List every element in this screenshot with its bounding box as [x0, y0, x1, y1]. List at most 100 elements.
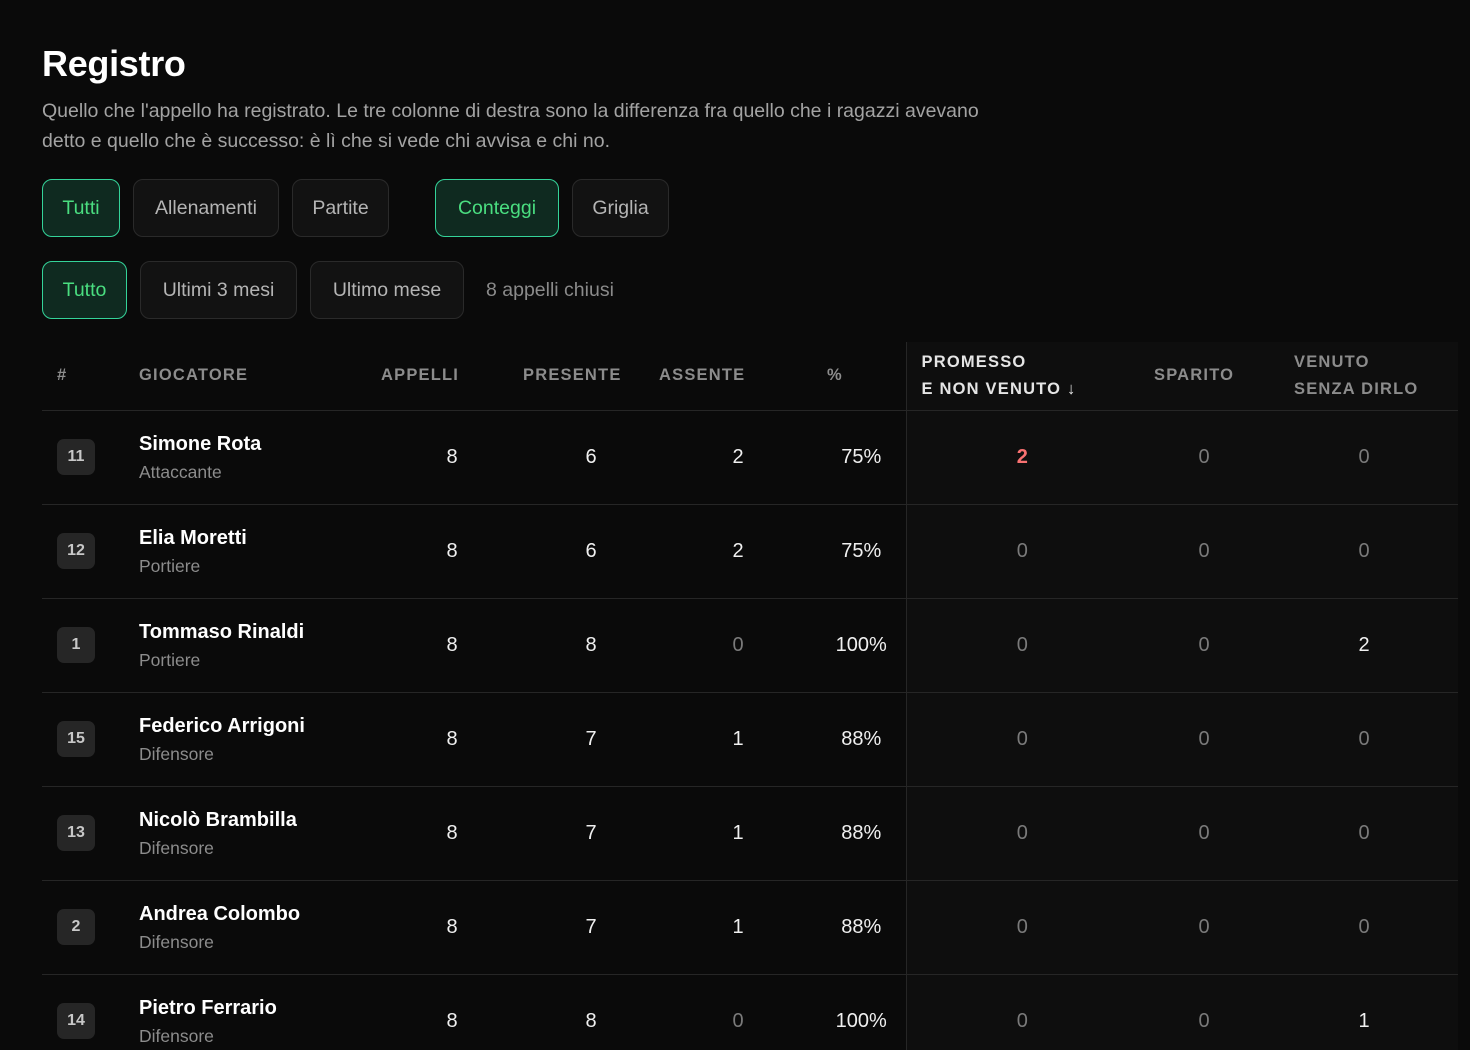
vanished-cell: 0 [1138, 410, 1270, 505]
register-table: # GIOCATORE APPELLI PRESENTE ASSENTE % P… [42, 342, 1458, 1050]
player-role: Difensore [139, 1026, 214, 1046]
pct-cell: 100% [817, 598, 906, 693]
absent-cell: 2 [659, 410, 817, 505]
player-name: Federico Arrigoni [139, 715, 305, 737]
view-conteggi-button[interactable]: Conteggi [435, 179, 559, 237]
absent-cell: 0 [659, 598, 817, 693]
period-ultimi-3-mesi-button[interactable]: Ultimi 3 mesi [140, 261, 297, 319]
vanished-cell: 0 [1138, 598, 1270, 693]
jersey-number-badge: 13 [57, 815, 95, 851]
calls-cell: 8 [381, 880, 523, 975]
calls-cell: 8 [381, 410, 523, 505]
player-name: Pietro Ferrario [139, 997, 277, 1019]
absent-cell: 2 [659, 504, 817, 599]
filter-allenamenti-button[interactable]: Allenamenti [133, 179, 279, 237]
table-row[interactable]: 2 Andrea Colombo Difensore 8 7 1 88% 0 0 … [42, 880, 1458, 975]
pct-cell: 88% [817, 880, 906, 975]
player-name: Andrea Colombo [139, 903, 301, 925]
col-came-header-line1: VENUTO [1294, 352, 1370, 371]
jersey-number-badge: 1 [57, 627, 95, 663]
player-role: Attaccante [139, 462, 222, 482]
table-row[interactable]: 13 Nicolò Brambilla Difensore 8 7 1 88% 0… [42, 786, 1458, 881]
period-tutto-button[interactable]: Tutto [42, 261, 127, 319]
present-cell: 6 [523, 410, 659, 505]
came-cell: 0 [1270, 692, 1458, 787]
pct-cell: 100% [817, 974, 906, 1050]
col-pct-header[interactable]: % [817, 342, 906, 411]
promised-cell: 0 [905, 504, 1138, 599]
col-vanished-header[interactable]: SPARITO [1138, 342, 1270, 411]
player-role: Difensore [139, 838, 214, 858]
col-num-header[interactable]: # [42, 342, 139, 411]
promised-cell: 0 [905, 598, 1138, 693]
jersey-number-badge: 12 [57, 533, 95, 569]
page-subtitle: Quello che l'appello ha registrato. Le t… [42, 100, 979, 152]
promised-cell: 0 [905, 974, 1138, 1050]
came-cell: 0 [1270, 786, 1458, 881]
pct-cell: 75% [817, 504, 906, 599]
period-filters: Tutto Ultimi 3 mesi Ultimo mese 8 appell… [42, 261, 614, 319]
vanished-cell: 0 [1138, 692, 1270, 787]
came-cell: 2 [1270, 598, 1458, 693]
player-role: Portiere [139, 650, 201, 670]
table-header-row: # GIOCATORE APPELLI PRESENTE ASSENTE % P… [42, 342, 1458, 411]
absent-cell: 1 [659, 880, 817, 975]
player-role: Portiere [139, 556, 201, 576]
table-row[interactable]: 15 Federico Arrigoni Difensore 8 7 1 88% … [42, 692, 1458, 787]
calls-cell: 8 [381, 504, 523, 599]
present-cell: 7 [523, 880, 659, 975]
vanished-cell: 0 [1138, 786, 1270, 881]
table-row[interactable]: 1 Tommaso Rinaldi Portiere 8 8 0 100% 0 0… [42, 598, 1458, 693]
jersey-number-badge: 15 [57, 721, 95, 757]
col-promised-header-line1: PROMESSO [921, 352, 1027, 371]
table-row[interactable]: 14 Pietro Ferrario Difensore 8 8 0 100% 0… [42, 974, 1458, 1050]
came-cell: 1 [1270, 974, 1458, 1050]
closed-calls-count: 8 appelli chiusi [486, 278, 614, 301]
pct-cell: 75% [817, 410, 906, 505]
col-absent-header[interactable]: ASSENTE [659, 342, 817, 411]
promised-cell: 0 [905, 692, 1138, 787]
jersey-number-badge: 2 [57, 909, 95, 945]
promised-cell: 0 [905, 786, 1138, 881]
filter-partite-button[interactable]: Partite [292, 179, 389, 237]
vanished-cell: 0 [1138, 504, 1270, 599]
page-title: Registro [42, 43, 186, 84]
table-row[interactable]: 11 Simone Rota Attaccante 8 6 2 75% 2 0 0 [42, 410, 1458, 505]
promised-cell: 0 [905, 880, 1138, 975]
player-name: Elia Moretti [139, 527, 247, 549]
period-ultimo-mese-button[interactable]: Ultimo mese [310, 261, 464, 319]
pct-cell: 88% [817, 692, 906, 787]
came-cell: 0 [1270, 504, 1458, 599]
player-name: Nicolò Brambilla [139, 809, 297, 831]
player-role: Difensore [139, 744, 214, 764]
player-role: Difensore [139, 932, 214, 952]
col-player-header[interactable]: GIOCATORE [139, 342, 381, 411]
absent-cell: 1 [659, 692, 817, 787]
present-cell: 8 [523, 974, 659, 1050]
col-present-header[interactable]: PRESENTE [523, 342, 659, 411]
promised-cell: 2 [905, 410, 1138, 505]
col-came-header-line2: SENZA DIRLO [1294, 379, 1419, 398]
filter-tutti-button[interactable]: Tutti [42, 179, 120, 237]
view-griglia-button[interactable]: Griglia [572, 179, 669, 237]
present-cell: 8 [523, 598, 659, 693]
came-cell: 0 [1270, 410, 1458, 505]
col-calls-header[interactable]: APPELLI [381, 342, 523, 411]
vanished-cell: 0 [1138, 974, 1270, 1050]
jersey-number-badge: 11 [57, 439, 95, 475]
col-came-header[interactable]: VENUTO SENZA DIRLO [1270, 342, 1458, 411]
player-name: Tommaso Rinaldi [139, 621, 305, 643]
present-cell: 7 [523, 786, 659, 881]
jersey-number-badge: 14 [57, 1003, 95, 1039]
table-row[interactable]: 12 Elia Moretti Portiere 8 6 2 75% 0 0 0 [42, 504, 1458, 599]
absent-cell: 1 [659, 786, 817, 881]
absent-cell: 0 [659, 974, 817, 1050]
came-cell: 0 [1270, 880, 1458, 975]
present-cell: 7 [523, 692, 659, 787]
calls-cell: 8 [381, 692, 523, 787]
player-name: Simone Rota [139, 433, 262, 455]
col-promised-header-line2: E NON VENUTO ↓ [921, 379, 1077, 398]
col-promised-header[interactable]: PROMESSO E NON VENUTO ↓ [905, 342, 1138, 411]
registro-page: Registro Quello che l'appello ha registr… [0, 0, 1470, 1050]
vanished-cell: 0 [1138, 880, 1270, 975]
